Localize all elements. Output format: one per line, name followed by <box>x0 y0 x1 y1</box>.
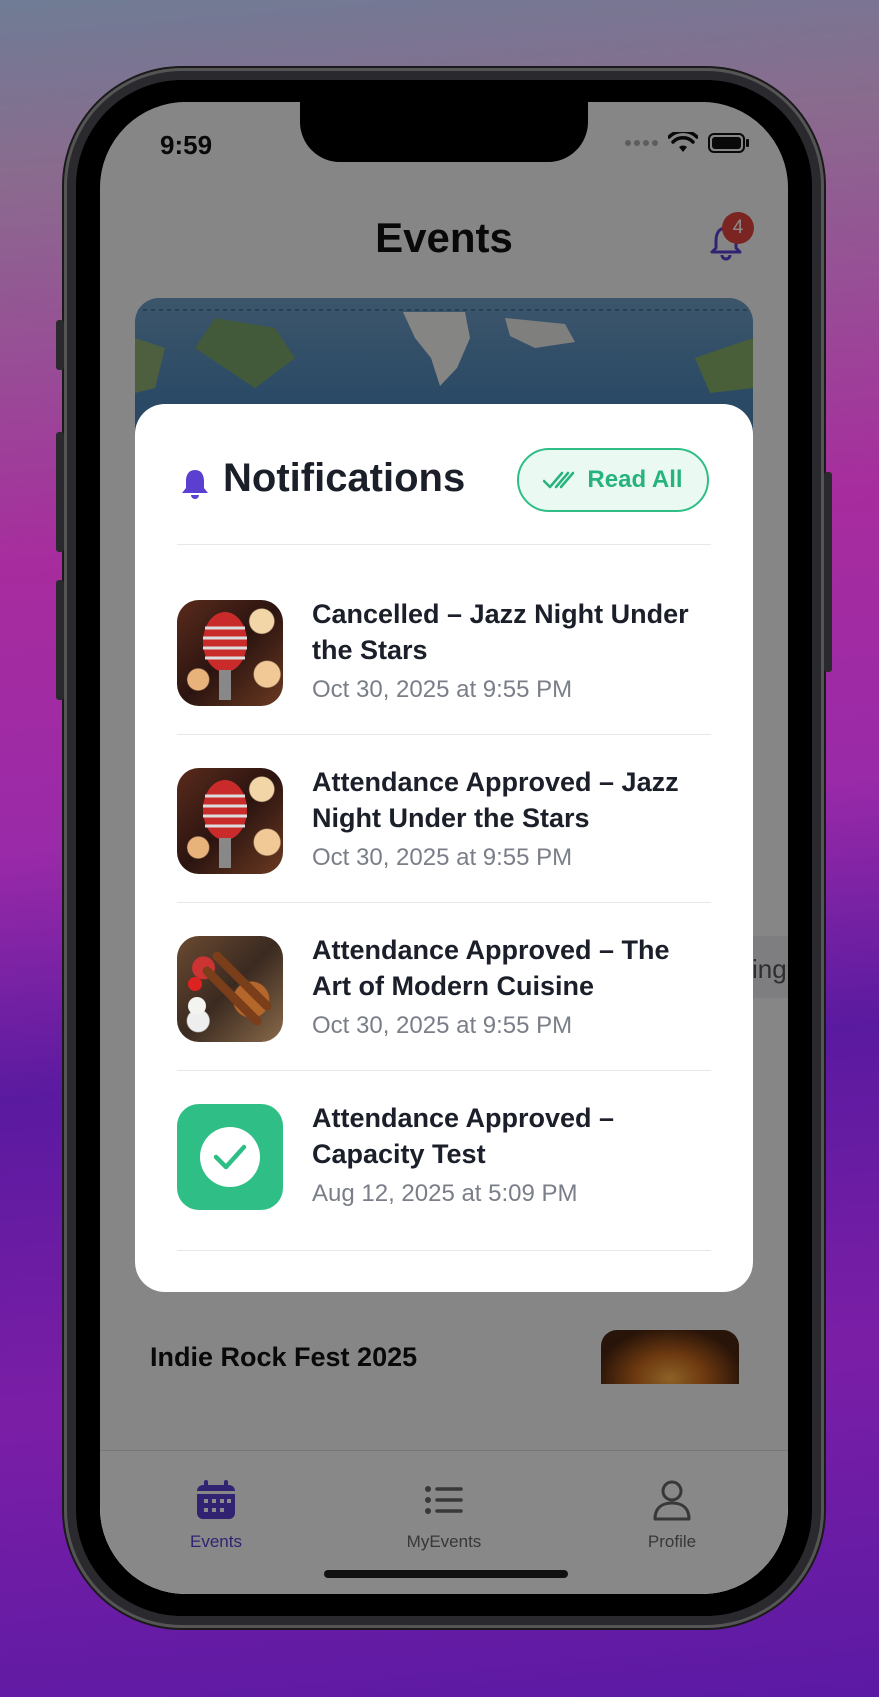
notification-date: Oct 30, 2025 at 9:55 PM <box>312 844 573 871</box>
side-button-power <box>824 472 832 672</box>
notification-item[interactable]: Attendance Approved – Jazz Night Under t… <box>177 734 711 902</box>
notification-title: Cancelled – Jazz Night Under the Stars <box>312 599 689 665</box>
divider <box>177 544 711 545</box>
notifications-modal: Notifications Read All Cancelled – Jazz … <box>135 404 753 1292</box>
notification-item[interactable]: Attendance Approved – Capacity Test Aug … <box>177 1070 711 1238</box>
side-button-volume-up <box>56 432 64 552</box>
notification-date: Aug 12, 2025 at 5:09 PM <box>312 1180 578 1207</box>
check-circle <box>200 1127 260 1187</box>
screen: 9:59 Events 4 ing Indie Rock Fest 2025 E… <box>100 102 788 1594</box>
notification-title: Attendance Approved – Jazz Night Under t… <box>312 767 679 833</box>
notification-date: Oct 30, 2025 at 9:55 PM <box>312 1012 573 1039</box>
microphone-image <box>177 768 283 874</box>
side-button-volume-down <box>56 580 64 700</box>
check-icon <box>213 1144 247 1170</box>
side-button-mute <box>56 320 64 370</box>
microphone-image <box>177 600 283 706</box>
read-all-button[interactable]: Read All <box>517 448 709 512</box>
divider <box>177 1250 711 1251</box>
notification-date: Oct 30, 2025 at 9:55 PM <box>312 676 573 703</box>
modal-bell-icon <box>181 468 209 505</box>
home-indicator <box>324 1570 568 1578</box>
check-thumbnail <box>177 1104 283 1210</box>
notification-title: Attendance Approved – Capacity Test <box>312 1103 615 1169</box>
notification-item[interactable]: Cancelled – Jazz Night Under the Stars O… <box>177 566 711 734</box>
food-platter-image <box>177 936 283 1042</box>
modal-title: Notifications <box>223 456 466 500</box>
double-check-icon <box>543 471 575 489</box>
read-all-label: Read All <box>587 466 683 493</box>
notification-item[interactable]: Attendance Approved – The Art of Modern … <box>177 902 711 1070</box>
notification-title: Attendance Approved – The Art of Modern … <box>312 935 670 1001</box>
